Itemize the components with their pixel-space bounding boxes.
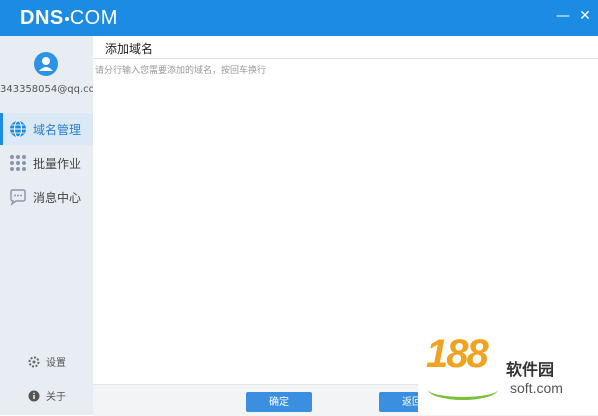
page-title: 添加域名 bbox=[105, 42, 154, 56]
page-header: 添加域名 bbox=[93, 36, 598, 59]
user-icon bbox=[39, 57, 53, 71]
sidebar-item-domain-management[interactable]: 域名管理 bbox=[0, 113, 93, 145]
about-label: 关于 bbox=[46, 392, 66, 403]
minimize-button[interactable]: — bbox=[555, 8, 571, 24]
sidebar-item-batch-jobs[interactable]: 批量作业 bbox=[0, 147, 93, 179]
settings-label: 设置 bbox=[46, 358, 66, 369]
sidebar-item-label: 批量作业 bbox=[33, 156, 82, 171]
gear-icon bbox=[28, 356, 40, 367]
user-email: 343358054@qq.com bbox=[0, 84, 105, 95]
watermark-swoosh bbox=[428, 379, 498, 400]
sidebar-item-label: 消息中心 bbox=[33, 190, 82, 205]
watermark-logo: 188 软件园 soft.com bbox=[418, 334, 598, 415]
title-bar: DNS COM — ✕ bbox=[0, 0, 598, 36]
grid-dots-icon bbox=[10, 155, 26, 171]
sidebar-item-label: 域名管理 bbox=[33, 122, 82, 137]
close-button[interactable]: ✕ bbox=[577, 8, 593, 24]
sidebar: 343358054@qq.com 域名管理 批量作业 消息中心 设置 关于 bbox=[0, 36, 105, 415]
sidebar-item-message-center[interactable]: 消息中心 bbox=[0, 181, 93, 213]
confirm-button[interactable]: 确定 bbox=[246, 392, 312, 412]
app-logo: DNS COM bbox=[20, 7, 118, 29]
avatar[interactable] bbox=[34, 52, 58, 76]
watermark-brand: 软件园 bbox=[506, 360, 555, 379]
watermark-url: soft.com bbox=[510, 380, 563, 396]
about-link[interactable]: 关于 bbox=[28, 388, 66, 403]
info-icon bbox=[28, 390, 40, 401]
watermark-number: 188 bbox=[426, 334, 489, 376]
chat-bubble-icon bbox=[10, 189, 26, 206]
globe-icon bbox=[10, 120, 26, 138]
settings-link[interactable]: 设置 bbox=[28, 354, 66, 369]
